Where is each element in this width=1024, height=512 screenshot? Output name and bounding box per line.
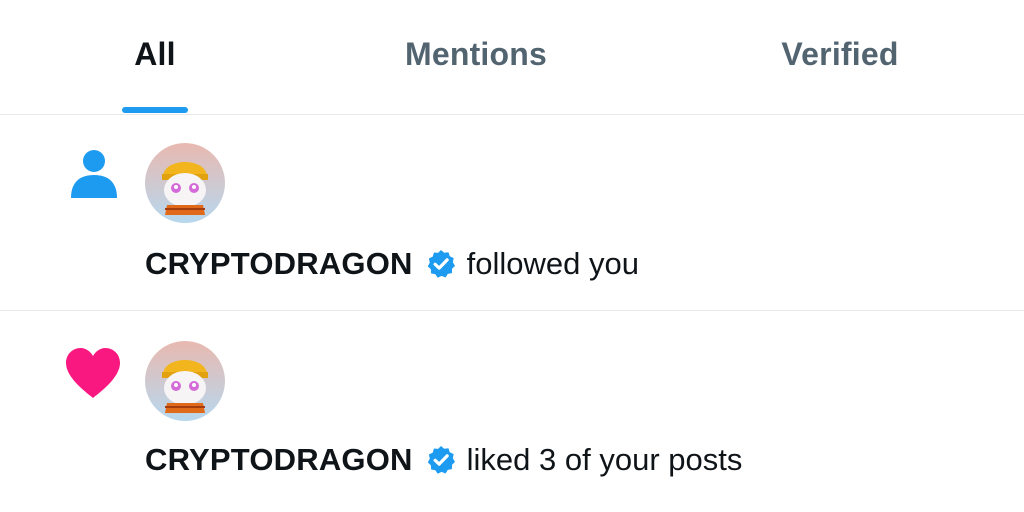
notification-text: CRYPTODRAGON followed you (145, 246, 639, 282)
notification-tabs: All Mentions Verified (0, 0, 1024, 115)
tab-verified[interactable]: Verified (740, 0, 940, 115)
avatar[interactable] (145, 341, 225, 421)
tab-mentions-label: Mentions (404, 36, 548, 72)
heart-icon (66, 348, 120, 398)
notification-follow[interactable]: CRYPTODRAGON followed you (0, 116, 1024, 311)
username[interactable]: CRYPTODRAGON (145, 442, 413, 478)
notification-action: followed you (466, 246, 639, 281)
avatar-image (145, 143, 225, 223)
tab-mentions[interactable]: Mentions (366, 0, 586, 115)
notification-like[interactable]: CRYPTODRAGON liked 3 of your posts (0, 312, 1024, 512)
tab-all[interactable]: All (60, 0, 250, 115)
tab-verified-label: Verified (781, 36, 899, 72)
tab-all-label: All (134, 36, 176, 72)
notification-text: CRYPTODRAGON liked 3 of your posts (145, 442, 742, 478)
active-tab-indicator (122, 107, 188, 113)
verified-badge-icon (427, 446, 455, 474)
person-icon (71, 150, 117, 198)
avatar-image (145, 341, 225, 421)
avatar[interactable] (145, 143, 225, 223)
username[interactable]: CRYPTODRAGON (145, 246, 413, 282)
verified-badge-icon (427, 250, 455, 278)
notification-action: liked 3 of your posts (466, 442, 743, 477)
